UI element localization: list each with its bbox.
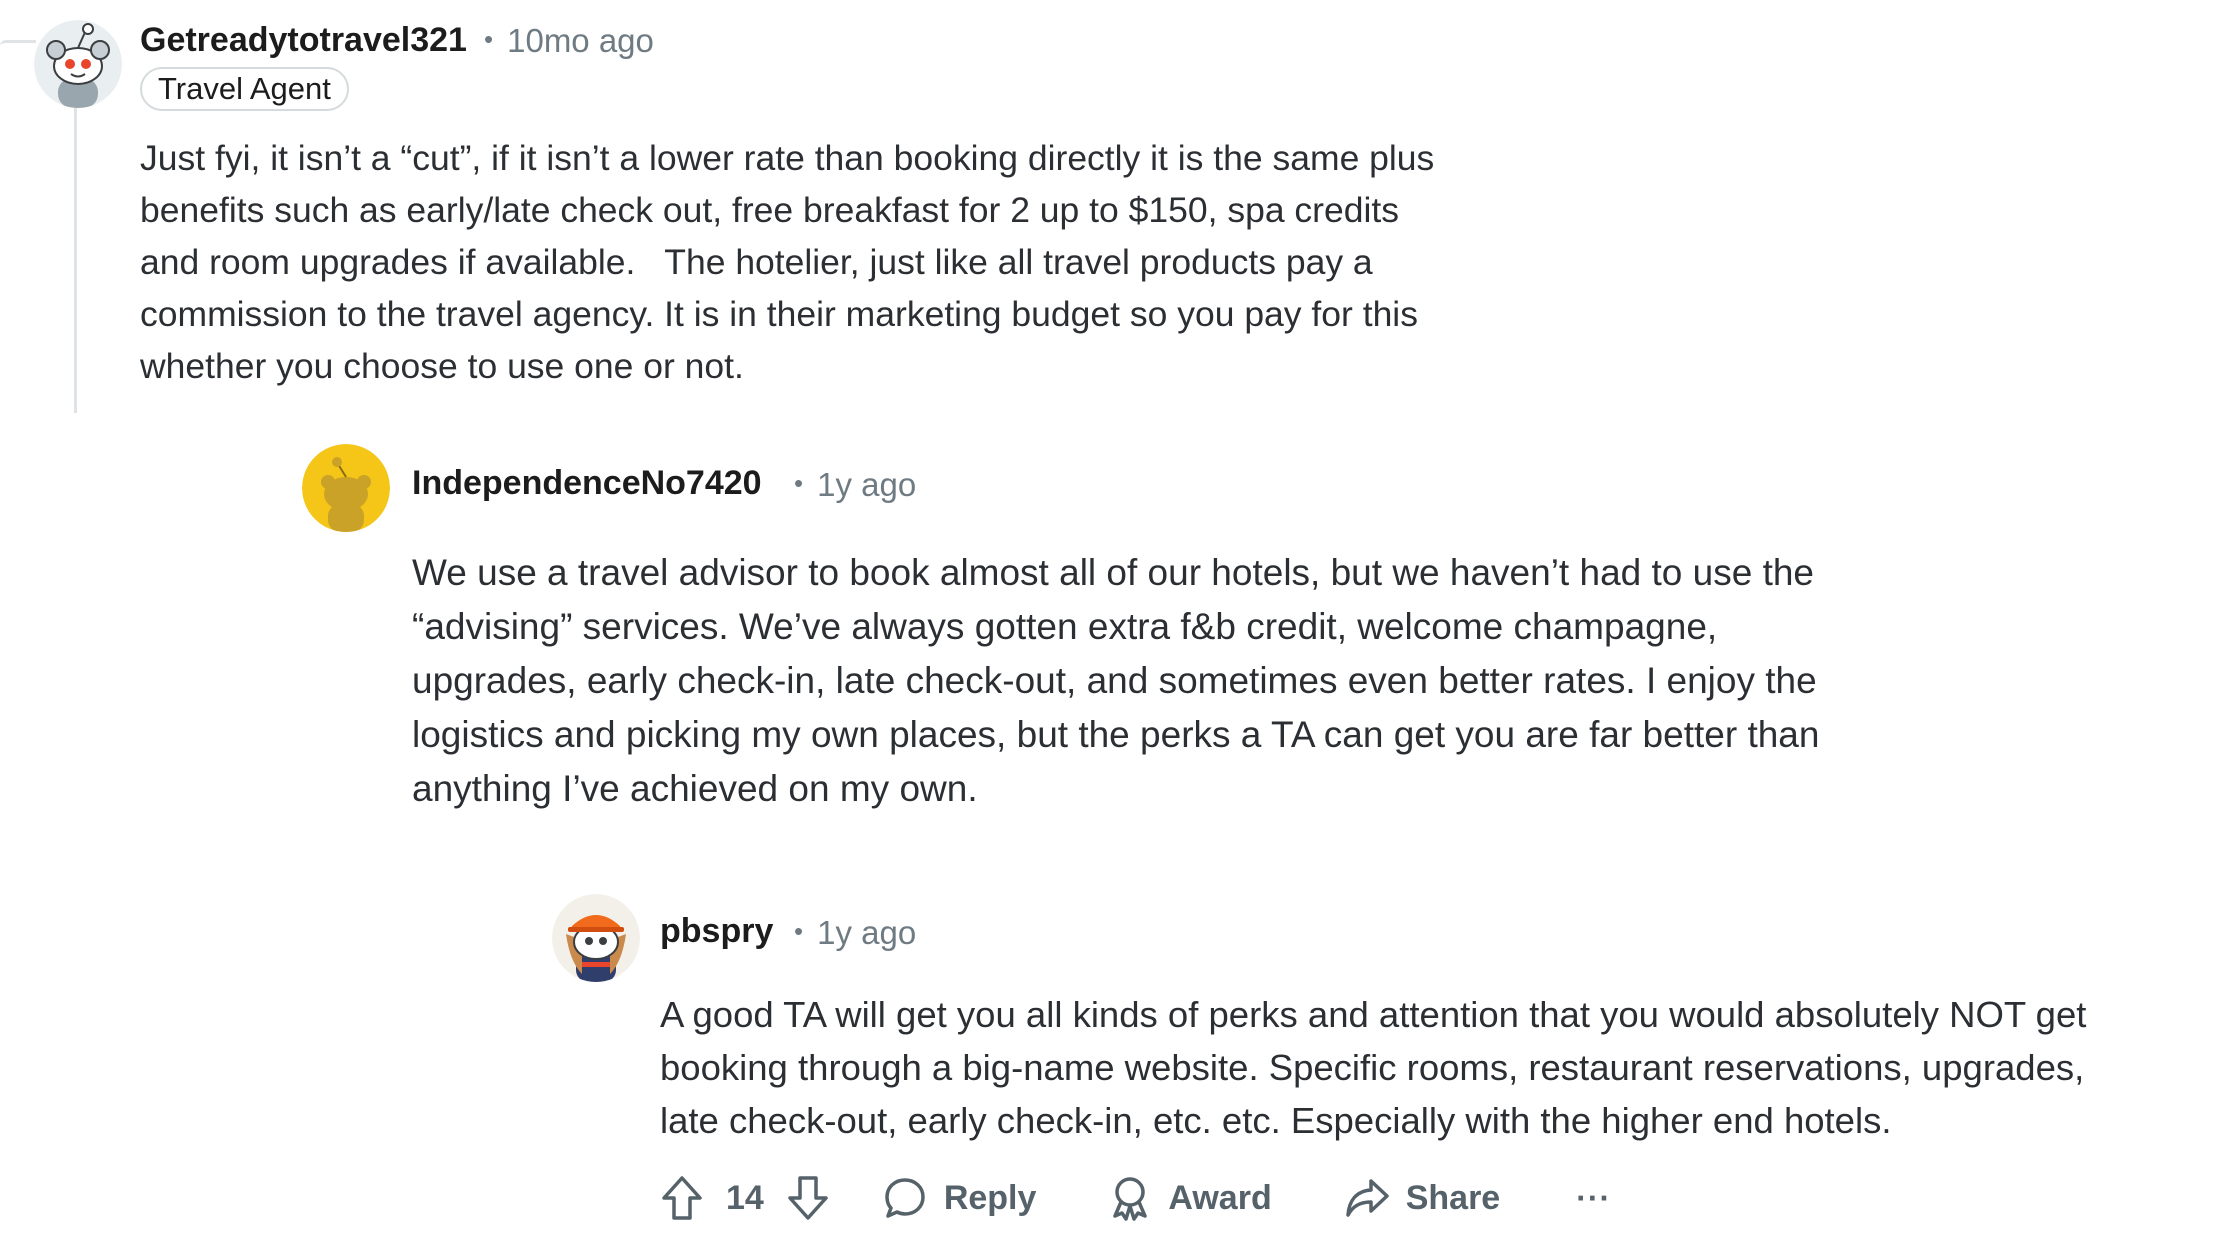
comment-username[interactable]: IndependenceNo7420 — [412, 466, 762, 500]
downvote-arrow-icon — [788, 1176, 828, 1220]
comment-body: Just fyi, it isn’t a “cut”, if it isn’t … — [140, 138, 1435, 386]
timestamp-text: 10mo ago — [507, 22, 654, 59]
timestamp-text: 1y ago — [817, 466, 917, 503]
more-options-icon: ··· — [1576, 1179, 1612, 1216]
user-flair: Travel Agent — [140, 67, 349, 111]
comment-username[interactable]: Getreadytotravel321 — [140, 23, 467, 57]
separator-dot: • — [484, 24, 494, 54]
thread-line-curve — [0, 40, 36, 46]
share-label: Share — [1405, 1178, 1501, 1217]
reply-label: Reply — [943, 1178, 1037, 1217]
upvote-button[interactable] — [660, 1174, 704, 1222]
user-avatar[interactable] — [34, 20, 122, 108]
separator-dot: • — [794, 468, 804, 498]
snoo-avatar-gray-icon — [34, 20, 122, 108]
downvote-button[interactable] — [786, 1174, 830, 1222]
comment-timestamp: • 1y ago — [794, 916, 916, 949]
user-avatar[interactable] — [302, 444, 390, 532]
timestamp-text: 1y ago — [817, 914, 917, 951]
snoo-avatar-orange-hat-icon — [552, 894, 640, 982]
share-arrow-icon — [1345, 1179, 1389, 1217]
more-options-button[interactable]: ··· — [1576, 1180, 1611, 1217]
reply-button[interactable]: Reply — [882, 1175, 1037, 1221]
award-button[interactable]: Award — [1108, 1175, 1272, 1221]
upvote-arrow-icon — [662, 1176, 702, 1220]
award-ribbon-icon — [1113, 1177, 1148, 1221]
share-button[interactable]: Share — [1344, 1177, 1501, 1219]
user-avatar[interactable] — [552, 894, 640, 982]
award-label: Award — [1168, 1178, 1272, 1217]
chat-bubble-icon — [885, 1178, 925, 1218]
thread-line[interactable] — [74, 108, 77, 413]
separator-dot: • — [794, 916, 804, 946]
vote-count: 14 — [726, 1178, 764, 1217]
comment-action-bar: 14 Reply Award Share ··· — [660, 1170, 1611, 1226]
comment-body: We use a travel advisor to book almost a… — [412, 552, 1820, 809]
comment-timestamp: • 10mo ago — [484, 24, 654, 57]
comment-body: A good TA will get you all kinds of perk… — [660, 994, 2087, 1141]
comment-username[interactable]: pbspry — [660, 914, 773, 948]
snoo-avatar-yellow-icon — [302, 444, 390, 532]
comment-timestamp: • 1y ago — [794, 468, 916, 501]
